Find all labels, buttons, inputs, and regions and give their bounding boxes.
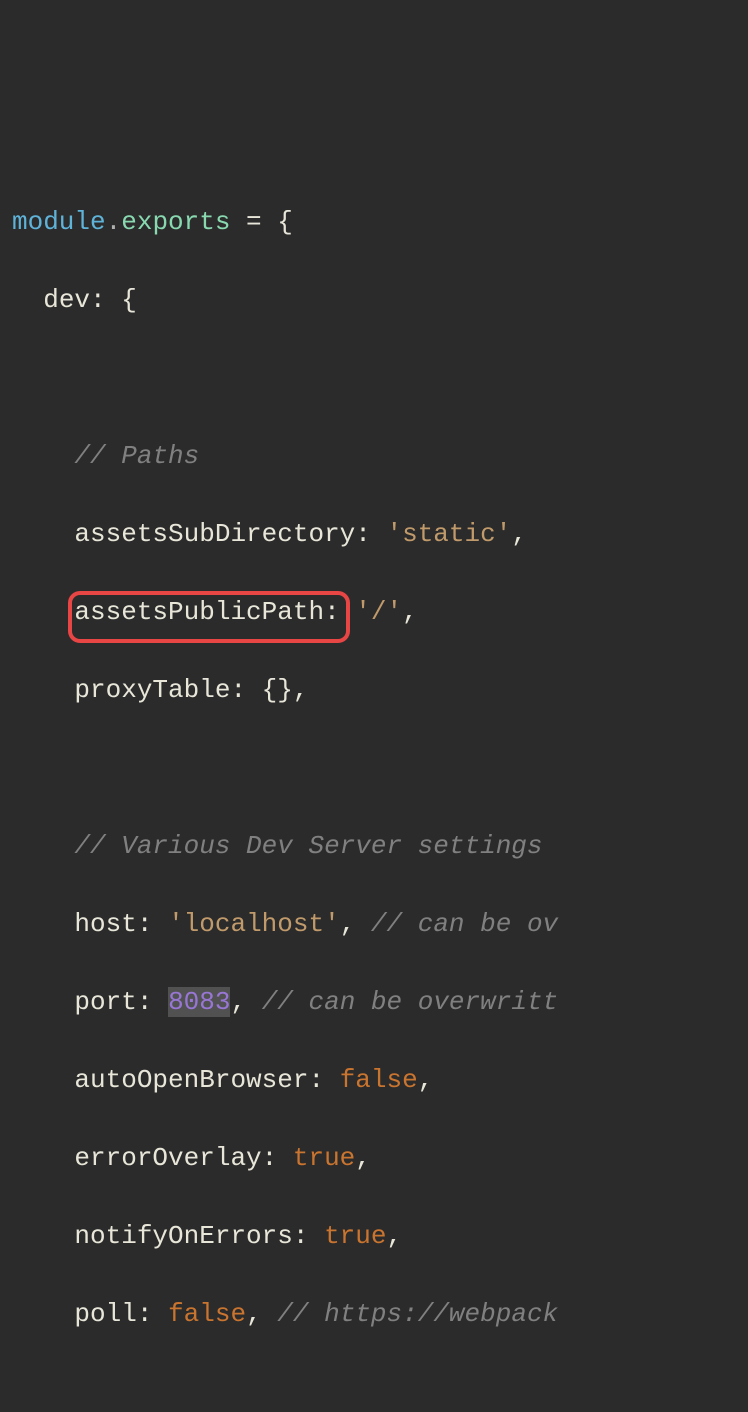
key-proxytable: proxyTable — [74, 675, 230, 705]
comment-webpack: // https://webpack — [277, 1299, 558, 1329]
key-assetspublicpath: assetsPublicPath — [74, 597, 324, 627]
boolean-false: false — [340, 1065, 418, 1095]
code-line-5[interactable]: assetsSubDirectory: 'static', — [12, 515, 748, 554]
code-editor[interactable]: module.exports = { dev: { // Paths asset… — [12, 164, 748, 1412]
code-line-1[interactable]: module.exports = { — [12, 203, 748, 242]
string-static: 'static' — [387, 519, 512, 549]
colon: : — [355, 519, 386, 549]
colon: : — [308, 1065, 339, 1095]
indent — [12, 987, 74, 1017]
key-assetssubdirectory: assetsSubDirectory — [74, 519, 355, 549]
comma: , — [230, 987, 261, 1017]
colon: : — [137, 1299, 168, 1329]
colon: : — [137, 909, 168, 939]
colon: : — [293, 1221, 324, 1251]
key-dev: dev — [43, 285, 90, 315]
code-line-14[interactable]: notifyOnErrors: true, — [12, 1217, 748, 1256]
comma: , — [418, 1065, 434, 1095]
comma: , — [246, 1299, 277, 1329]
code-line-3[interactable] — [12, 359, 748, 398]
comma: , — [511, 519, 527, 549]
code-line-6[interactable]: assetsPublicPath: '/', — [12, 593, 748, 632]
code-line-4[interactable]: // Paths — [12, 437, 748, 476]
brace-open: { — [121, 285, 137, 315]
boolean-true: true — [293, 1143, 355, 1173]
colon: : — [90, 285, 121, 315]
string-localhost: 'localhost' — [168, 909, 340, 939]
code-line-9[interactable]: // Various Dev Server settings — [12, 827, 748, 866]
indent — [12, 519, 74, 549]
comma: , — [340, 909, 371, 939]
keyword-module: module — [12, 207, 106, 237]
key-erroroverlay: errorOverlay — [74, 1143, 261, 1173]
comma: , — [293, 675, 309, 705]
comment-paths: // Paths — [74, 441, 199, 471]
indent — [12, 285, 43, 315]
indent — [12, 831, 74, 861]
comment-devserver: // Various Dev Server settings — [74, 831, 542, 861]
indent — [12, 441, 74, 471]
code-line-13[interactable]: errorOverlay: true, — [12, 1139, 748, 1178]
code-line-12[interactable]: autoOpenBrowser: false, — [12, 1061, 748, 1100]
code-line-7[interactable]: proxyTable: {}, — [12, 671, 748, 710]
comma: , — [355, 1143, 371, 1173]
key-host: host — [74, 909, 136, 939]
number-port: 8083 — [168, 987, 230, 1017]
dot: . — [106, 207, 122, 237]
colon: : — [262, 1143, 293, 1173]
code-line-15[interactable]: poll: false, // https://webpack — [12, 1295, 748, 1334]
colon: : — [324, 597, 355, 627]
indent — [12, 1143, 74, 1173]
braces-empty: {} — [262, 675, 293, 705]
indent — [12, 597, 74, 627]
indent — [12, 1299, 74, 1329]
selection: 8083 — [168, 987, 230, 1017]
code-line-11[interactable]: port: 8083, // can be overwritt — [12, 983, 748, 1022]
comma: , — [387, 1221, 403, 1251]
key-notifyonerrors: notifyOnErrors — [74, 1221, 292, 1251]
colon: : — [230, 675, 261, 705]
comment-overwritten: // can be overwritt — [262, 987, 558, 1017]
code-line-10[interactable]: host: 'localhost', // can be ov — [12, 905, 748, 944]
string-slash: '/' — [355, 597, 402, 627]
assign-op: = — [230, 207, 277, 237]
indent — [12, 1065, 74, 1095]
comma: , — [402, 597, 418, 627]
brace-open: { — [277, 207, 293, 237]
colon: : — [137, 987, 168, 1017]
boolean-true: true — [324, 1221, 386, 1251]
code-line-8[interactable] — [12, 749, 748, 788]
key-port: port — [74, 987, 136, 1017]
indent — [12, 1221, 74, 1251]
code-line-2[interactable]: dev: { — [12, 281, 748, 320]
boolean-false: false — [168, 1299, 246, 1329]
indent — [12, 909, 74, 939]
key-autoopenbrowser: autoOpenBrowser — [74, 1065, 308, 1095]
indent — [12, 675, 74, 705]
comment-override: // can be ov — [371, 909, 558, 939]
key-poll: poll — [74, 1299, 136, 1329]
property-exports: exports — [121, 207, 230, 237]
